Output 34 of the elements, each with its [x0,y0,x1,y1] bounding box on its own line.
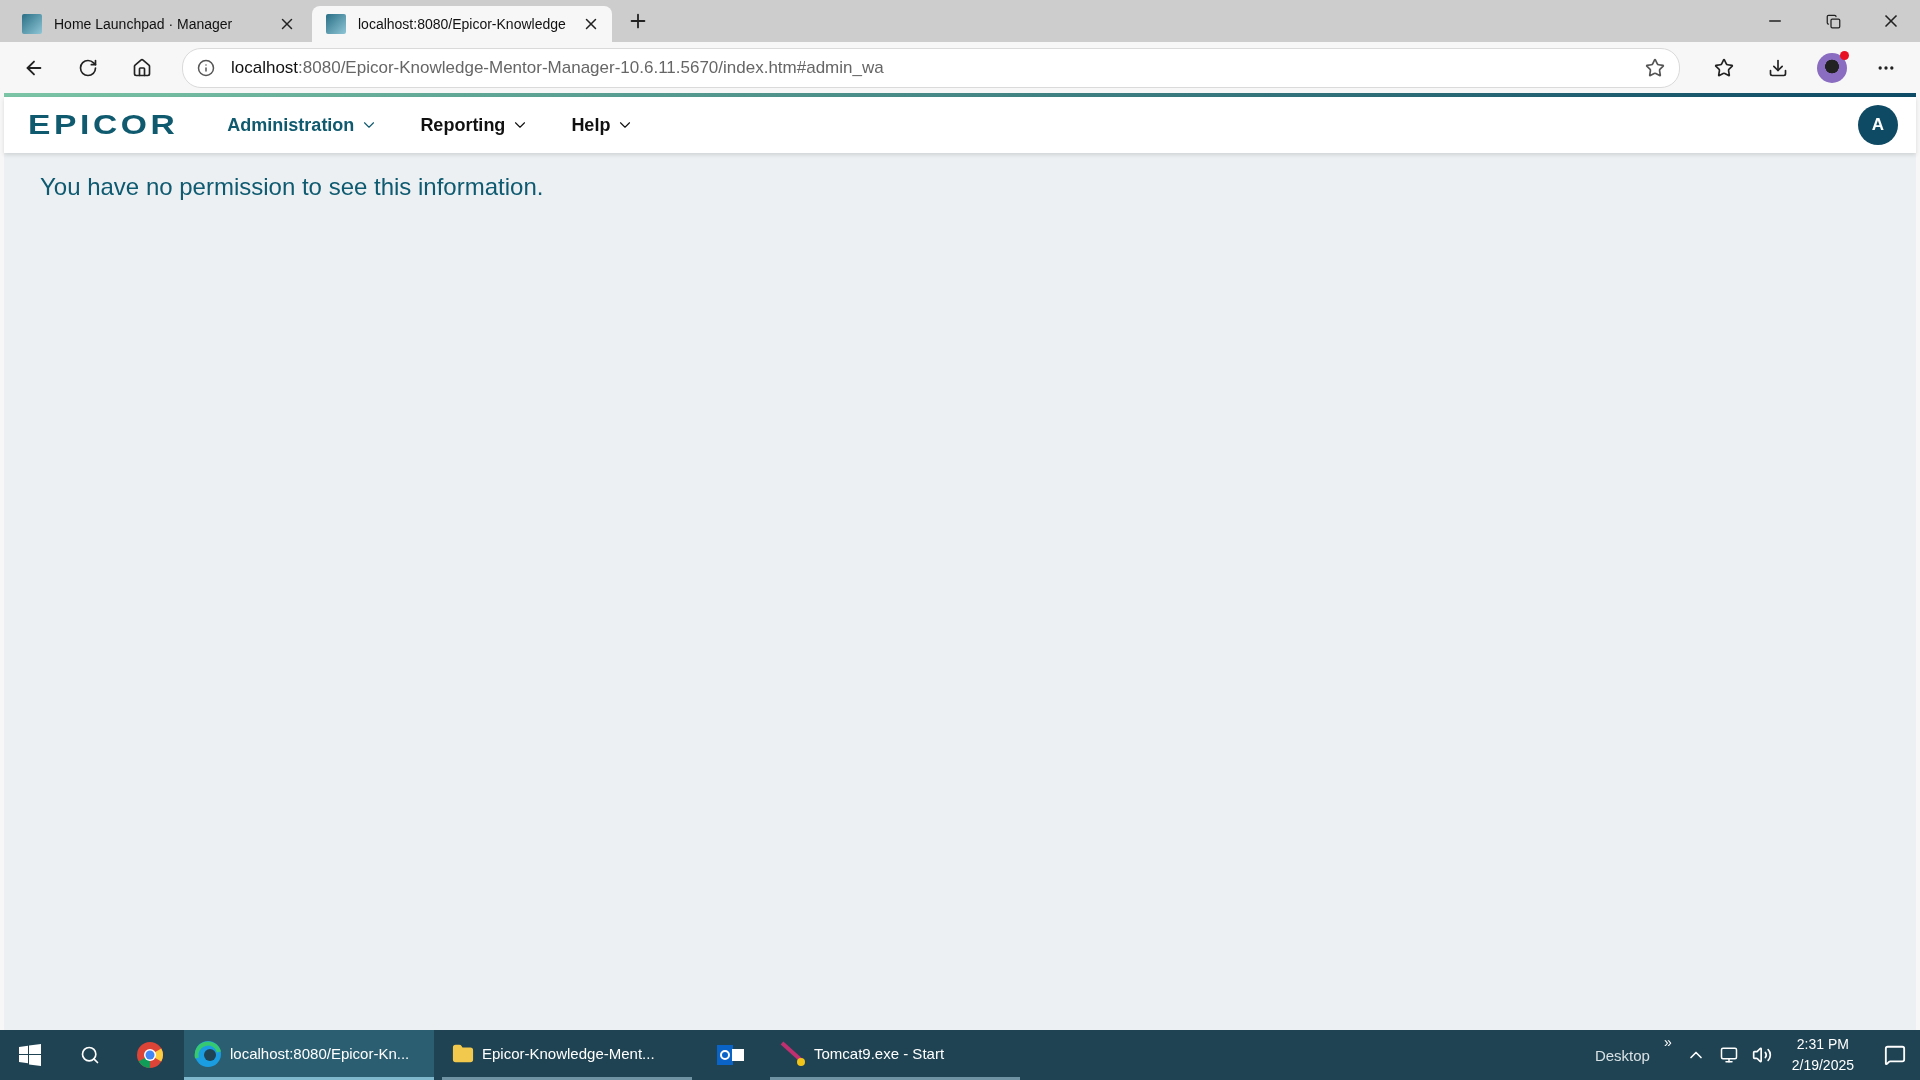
windows-icon[interactable] [19,1044,41,1066]
taskbar-window-button[interactable]: Tomcat9.exe - Start [770,1030,1020,1080]
favicon-icon [326,14,346,34]
restore-icon[interactable] [1825,13,1841,29]
browser-tab[interactable]: Home Launchpad · Manager [8,6,308,42]
folder-icon [452,1042,474,1065]
home-icon[interactable] [132,57,152,78]
favicon-icon [22,14,42,34]
menu-item[interactable]: Help [565,113,641,137]
toolbar-label[interactable]: Desktop [1594,1046,1650,1064]
address-field[interactable]: localhost:8080/Epicor-Knowledge-Mentor-Manager-10.6.11.5670/index.htm#admin_wa [182,47,1680,88]
star-icon[interactable] [1645,57,1665,78]
clock[interactable]: 2:31 PM 2/19/2025 [1791,1034,1854,1076]
logo: EPICOR [28,109,179,141]
volume-icon[interactable] [1751,1045,1772,1065]
notification-icon[interactable] [1884,1044,1906,1066]
favorites-icon[interactable] [1714,57,1734,78]
menu-item[interactable]: Administration [221,113,385,137]
mail-icon[interactable] [717,1042,745,1068]
menu-item[interactable]: Reporting [414,113,536,137]
browser-tab[interactable]: localhost:8080/Epicor-Knowledge [312,6,612,42]
profile-icon[interactable] [1817,52,1847,83]
reload-icon[interactable] [78,57,98,78]
toolbar-more[interactable]: » [1663,1034,1672,1050]
chrome-icon[interactable] [136,1041,164,1069]
taskbar-window-button[interactable]: Epicor-Knowledge-Ment... [442,1030,692,1080]
user-avatar[interactable]: A [1858,105,1898,145]
info-icon[interactable] [197,58,215,77]
network-icon[interactable] [1719,1046,1738,1064]
download-icon[interactable] [1768,57,1788,78]
permission-message: You have no permission to see this information. [40,173,545,201]
browser-icon [194,1039,222,1068]
taskbar-window-button[interactable]: localhost:8080/Epicor-Kn... [184,1030,434,1080]
search-icon[interactable] [80,1045,100,1065]
